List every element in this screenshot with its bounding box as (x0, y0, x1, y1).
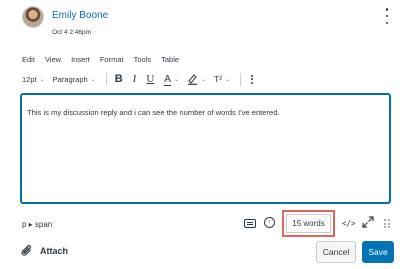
menu-view[interactable]: View (45, 55, 61, 64)
author-name[interactable]: Emily Boone (52, 10, 108, 21)
more-tools-icon[interactable] (251, 74, 254, 84)
attach-label: Attach (40, 246, 69, 256)
menu-edit[interactable]: Edit (22, 55, 35, 64)
italic-button[interactable]: I (133, 73, 137, 85)
toolbar-divider (105, 72, 107, 86)
menu-table[interactable]: Table (161, 55, 179, 64)
word-count-highlight: 15 words (282, 210, 335, 237)
menu-insert[interactable]: Insert (71, 55, 90, 64)
accessibility-checker-icon[interactable]: ↑ (264, 217, 275, 228)
menu-format[interactable]: Format (100, 55, 124, 64)
underline-button[interactable]: U (146, 73, 154, 85)
paperclip-icon (21, 245, 32, 256)
chevron-down-icon: ⌄ (39, 76, 45, 83)
block-format-select[interactable]: Paragraph ⌄ (53, 75, 96, 84)
font-size-value: 12pt (22, 74, 37, 84)
fullscreen-icon[interactable] (362, 216, 374, 228)
superscript-button[interactable]: T² ⌄ (214, 74, 230, 84)
author-avatar[interactable] (22, 6, 44, 28)
menu-tools[interactable]: Tools (134, 55, 152, 64)
save-button[interactable]: Save (362, 241, 394, 263)
attach-button[interactable]: Attach (20, 244, 68, 258)
chevron-down-icon: ⌄ (173, 76, 179, 83)
post-date: Oct 4 2:46pm (52, 29, 92, 36)
keyboard-shortcuts-icon[interactable] (244, 219, 256, 228)
bold-button[interactable]: B (115, 73, 123, 85)
word-count-button[interactable]: 15 words (286, 214, 331, 233)
cancel-button[interactable]: Cancel (316, 241, 356, 263)
highlighter-icon (187, 74, 197, 85)
html-editor-icon[interactable]: </> (342, 219, 356, 228)
block-format-value: Paragraph (52, 74, 88, 84)
resize-handle-icon[interactable] (384, 219, 390, 229)
editor-menubar: Edit View Insert Format Tools Table (22, 55, 179, 64)
text-color-button[interactable]: A ⌄ (164, 73, 179, 86)
chevron-down-icon: ⌄ (90, 76, 96, 83)
font-size-select[interactable]: 12pt ⌄ (22, 75, 45, 84)
superscript-icon: T² (214, 74, 223, 84)
chevron-down-icon: ⌄ (200, 76, 207, 83)
toolbar-divider (240, 72, 242, 86)
editor-content[interactable]: This is my discussion reply and i can se… (27, 108, 280, 117)
editor-toolbar: 12pt ⌄ Paragraph ⌄ B I U A ⌄ ⌄ T² ⌄ (22, 71, 254, 87)
word-count-label: 15 words (292, 219, 325, 228)
more-options-icon[interactable] (382, 8, 392, 24)
highlight-color-button[interactable]: ⌄ (187, 73, 206, 85)
element-path: p ▸ span (22, 220, 53, 229)
chevron-down-icon: ⌄ (225, 76, 231, 83)
text-color-icon: A (164, 73, 171, 86)
